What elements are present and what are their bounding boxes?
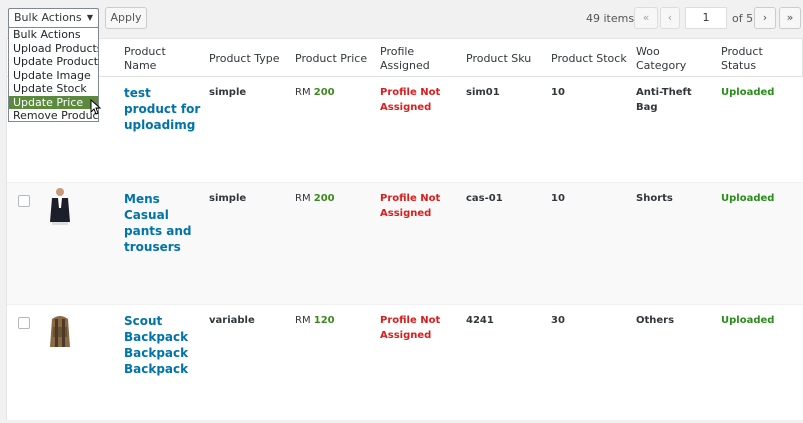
bulk-actions-select[interactable]: Bulk Actions ▼ (8, 8, 99, 28)
product-sku: cas-01 (466, 193, 503, 204)
price-value: 200 (313, 193, 335, 204)
woo-category: Others (636, 315, 675, 326)
bulk-actions-value: Bulk Actions (14, 11, 82, 24)
col-product-type[interactable]: Product Type (209, 52, 280, 66)
product-thumbnail (50, 316, 70, 347)
table-header: Product Name Product Type Product Price … (7, 39, 803, 77)
last-page-button[interactable]: » (779, 7, 801, 29)
product-name-link[interactable]: Scout Backpack Backpack Backpack (124, 313, 204, 377)
first-page-button[interactable]: « (634, 7, 658, 29)
col-woo-category[interactable]: Woo Category (636, 45, 696, 73)
col-product-price[interactable]: Product Price (295, 52, 367, 66)
product-status: Uploaded (721, 193, 775, 204)
option-bulk-actions[interactable]: Bulk Actions (9, 28, 98, 42)
product-price: RM 200 (295, 191, 335, 206)
product-type: variable (209, 315, 255, 326)
price-value: 200 (313, 87, 335, 98)
profile-assigned: Profile Not Assigned (380, 193, 441, 219)
col-product-sku[interactable]: Product Sku (466, 52, 531, 66)
option-update-image[interactable]: Update Image (9, 69, 98, 83)
price-currency: RM (295, 87, 311, 98)
col-product-name[interactable]: Product Name (124, 45, 184, 73)
product-thumbnail (50, 188, 70, 225)
table-row: Mens Casual pants and trousers simple RM… (7, 183, 803, 305)
woo-category: Shorts (636, 193, 673, 204)
items-count: 49 items (586, 12, 635, 25)
option-update-products[interactable]: Update Products (9, 55, 98, 69)
apply-button[interactable]: Apply (105, 7, 147, 29)
col-product-status[interactable]: Product Status (721, 45, 781, 73)
product-name-link[interactable]: test product for uploadimg (124, 85, 204, 133)
product-status: Uploaded (721, 87, 775, 98)
col-profile-assigned[interactable]: Profile Assigned (380, 45, 440, 73)
mouse-pointer-icon (90, 99, 102, 115)
current-page-input[interactable]: 1 (685, 7, 727, 29)
product-type: simple (209, 87, 247, 98)
chevron-down-icon: ▼ (86, 13, 93, 22)
woo-category: Anti-Theft Bag (636, 87, 692, 113)
product-stock: 30 (551, 315, 565, 326)
product-price: RM 120 (295, 313, 335, 328)
product-status: Uploaded (721, 315, 775, 326)
product-price: RM 200 (295, 85, 335, 100)
profile-assigned: Profile Not Assigned (380, 315, 441, 341)
table-row: test product for uploadimg simple RM 200… (7, 75, 803, 183)
option-upload-products[interactable]: Upload Products (9, 42, 98, 56)
price-value: 120 (313, 315, 335, 326)
option-remove-product[interactable]: Remove Product (9, 109, 98, 123)
option-update-price[interactable]: Update Price (9, 95, 98, 109)
bulk-actions-dropdown: Bulk Actions Upload Products Update Prod… (8, 27, 99, 122)
product-sku: 4241 (466, 315, 494, 326)
row-checkbox[interactable] (18, 195, 30, 207)
product-stock: 10 (551, 87, 565, 98)
product-stock: 10 (551, 193, 565, 204)
row-checkbox[interactable] (18, 317, 30, 329)
total-pages: of 5 (732, 12, 754, 25)
products-table: Product Name Product Type Product Price … (6, 38, 803, 421)
profile-assigned: Profile Not Assigned (380, 87, 441, 113)
table-nav-top: Bulk Actions ▼ Apply 49 items « ‹ 1 of 5… (0, 0, 803, 38)
option-update-stock[interactable]: Update Stock (9, 82, 98, 96)
col-product-stock[interactable]: Product Stock (551, 52, 627, 66)
product-type: simple (209, 193, 247, 204)
next-page-button[interactable]: › (754, 7, 776, 29)
prev-page-button[interactable]: ‹ (660, 7, 680, 29)
product-sku: sim01 (466, 87, 500, 98)
price-currency: RM (295, 193, 311, 204)
table-row: Scout Backpack Backpack Backpack variabl… (7, 305, 803, 421)
product-name-link[interactable]: Mens Casual pants and trousers (124, 191, 204, 255)
price-currency: RM (295, 315, 311, 326)
